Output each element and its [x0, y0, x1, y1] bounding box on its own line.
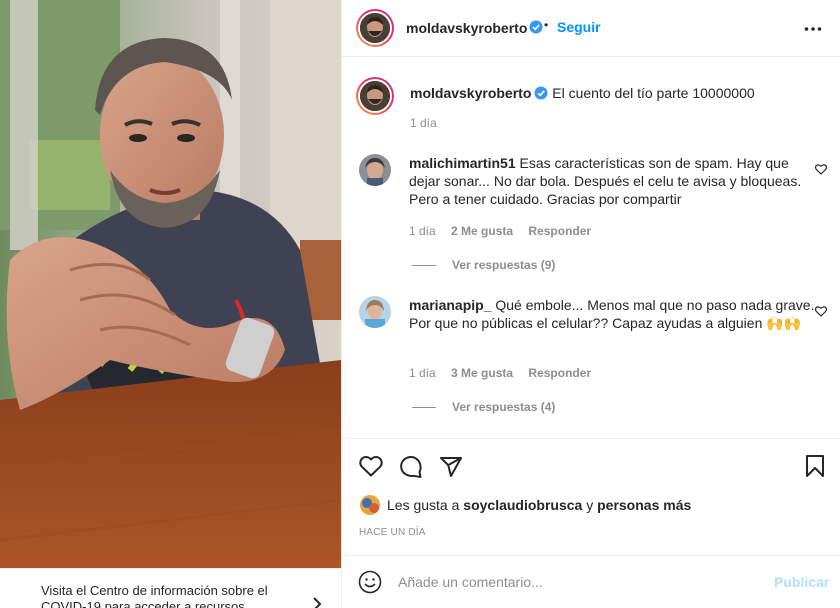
liked-by-user[interactable]: soyclaudiobrusca — [463, 497, 582, 513]
covid-info-banner[interactable]: Visita el Centro de información sobre el… — [0, 568, 341, 608]
comment-time: 1 día — [409, 366, 436, 380]
commenter-photo — [359, 154, 391, 186]
covid-banner-text: Visita el Centro de información sobre el… — [41, 583, 268, 608]
comment-body: marianapip_ Qué embole... Menos mal que … — [409, 296, 819, 332]
view-replies-button[interactable]: Ver respuestas (9) — [412, 258, 555, 272]
emoji-smile-icon[interactable] — [358, 570, 382, 594]
chevron-right-icon[interactable] — [312, 597, 322, 608]
author-avatar[interactable] — [356, 9, 394, 47]
heart-icon[interactable] — [359, 455, 383, 477]
caption-author-avatar[interactable] — [356, 77, 394, 115]
comment-likes[interactable]: 2 Me gusta — [451, 224, 513, 238]
comment-username[interactable]: marianapip_ — [409, 297, 491, 313]
comment-meta: 1 día 2 Me gusta Responder — [409, 224, 603, 238]
comments-list[interactable]: moldavskyroberto El cuento del tío parte… — [342, 57, 840, 439]
comment-input[interactable] — [398, 572, 758, 592]
post-details-panel: moldavskyroberto • Seguir moldavskyrober… — [341, 0, 840, 608]
post-timestamp: HACE UN DÍA — [359, 527, 426, 538]
more-options-icon[interactable] — [804, 26, 822, 32]
replies-divider — [412, 407, 436, 409]
reply-button[interactable]: Responder — [528, 366, 591, 380]
publish-button[interactable]: Publicar — [774, 574, 829, 590]
verified-badge-icon — [529, 20, 543, 34]
comment-likes[interactable]: 3 Me gusta — [451, 366, 513, 380]
comment-like-heart-icon[interactable] — [815, 164, 827, 175]
add-comment-bar: Publicar — [342, 555, 840, 608]
separator-dot: • — [544, 18, 549, 32]
liker-photo — [360, 495, 380, 515]
verified-badge-icon — [534, 86, 548, 100]
caption-text: El cuento del tío parte 10000000 — [552, 85, 755, 101]
paper-plane-icon[interactable] — [439, 455, 463, 479]
comment-like-heart-icon[interactable] — [815, 306, 827, 317]
view-replies-label: Ver respuestas (4) — [452, 400, 556, 414]
author-photo — [360, 13, 390, 43]
caption-time: 1 día — [410, 116, 437, 130]
follow-button[interactable]: Seguir — [557, 19, 601, 35]
comment-bubble-icon[interactable] — [399, 455, 423, 479]
bookmark-icon[interactable] — [805, 455, 825, 477]
comment-body: malichimartin51 Esas características son… — [409, 154, 819, 208]
view-replies-button[interactable]: Ver respuestas (4) — [412, 400, 555, 414]
commenter-avatar[interactable] — [359, 296, 391, 328]
comment-meta: 1 día 3 Me gusta Responder — [409, 366, 603, 380]
post-media[interactable]: Visita el Centro de información sobre el… — [0, 0, 341, 608]
post-header: moldavskyroberto • Seguir — [342, 0, 840, 57]
post-actions: Les gusta a soyclaudiobrusca y personas … — [342, 438, 840, 555]
commenter-avatar[interactable] — [359, 154, 391, 186]
author-username[interactable]: moldavskyroberto — [406, 20, 527, 36]
post-caption: moldavskyroberto El cuento del tío parte… — [410, 84, 820, 102]
view-replies-label: Ver respuestas (9) — [452, 258, 556, 272]
liked-by-others[interactable]: personas más — [597, 497, 691, 513]
comment-time: 1 día — [409, 224, 436, 238]
likes-text: Les gusta a soyclaudiobrusca y personas … — [387, 497, 691, 513]
reply-button[interactable]: Responder — [528, 224, 591, 238]
liked-by-prefix: Les gusta a — [387, 497, 460, 513]
video-frame-image — [0, 0, 341, 608]
caption-username[interactable]: moldavskyroberto — [410, 85, 531, 101]
commenter-photo — [359, 296, 391, 328]
comment-username[interactable]: malichimartin51 — [409, 155, 516, 171]
replies-divider — [412, 265, 436, 267]
caption-author-photo — [360, 81, 390, 111]
liked-by-and: y — [586, 497, 594, 513]
liker-avatar[interactable] — [360, 495, 380, 515]
